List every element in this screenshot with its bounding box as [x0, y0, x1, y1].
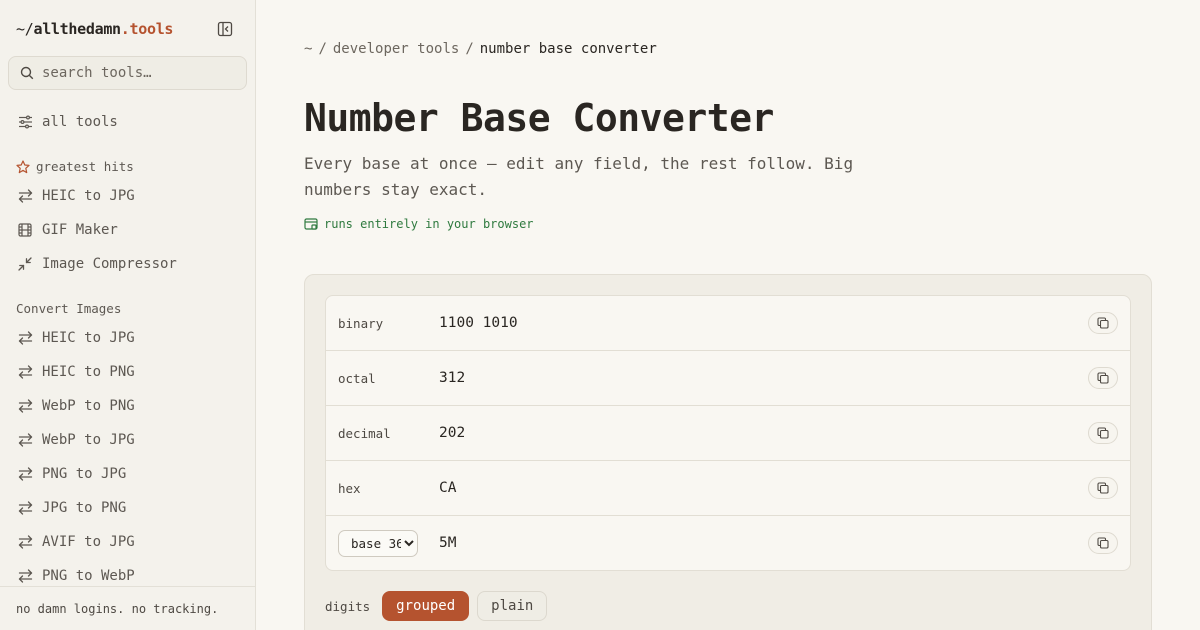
sidebar-item-avif-to-jpg[interactable]: AVIF to JPG	[8, 527, 247, 557]
page-title: Number Base Converter	[304, 96, 774, 140]
arrows-exchange-icon	[16, 499, 34, 517]
copy-icon	[1097, 537, 1109, 549]
copy-icon	[1097, 482, 1109, 494]
sidebar-item-png-to-jpg[interactable]: PNG to JPG	[8, 459, 247, 489]
search-input[interactable]	[42, 65, 232, 81]
section-label-text: Convert Images	[16, 301, 122, 316]
sidebar-nav: all tools greatest hits HEIC to JPG GIF …	[0, 104, 255, 586]
privacy-text: runs entirely in your browser	[324, 217, 534, 231]
copy-decimal-button[interactable]	[1088, 422, 1118, 444]
binary-input[interactable]	[439, 315, 1059, 331]
sidebar-footer: no damn logins. no tracking.	[0, 586, 255, 630]
privacy-note: runs entirely in your browser	[304, 217, 534, 231]
search-icon	[20, 66, 34, 80]
sidebar-item-gif-maker[interactable]: GIF Maker	[8, 215, 247, 245]
arrows-exchange-icon	[16, 465, 34, 483]
site-logo[interactable]: ~/allthedamn.tools	[16, 20, 173, 38]
sidebar-item-png-to-webp[interactable]: PNG to WebP	[8, 561, 247, 586]
compress-icon	[16, 255, 34, 273]
arrows-exchange-icon	[16, 363, 34, 381]
breadcrumb-current: number base converter	[479, 41, 657, 57]
copy-hex-button[interactable]	[1088, 477, 1118, 499]
custom-base-select[interactable]: base 36	[338, 529, 418, 557]
hex-input[interactable]	[439, 480, 1059, 496]
arrows-exchange-icon	[16, 397, 34, 415]
section-label-text: greatest hits	[36, 159, 134, 174]
sidebar-collapse-icon	[217, 21, 233, 37]
sliders-icon	[16, 113, 34, 131]
sidebar-item-label: HEIC to JPG	[42, 330, 135, 346]
converter-panel: binary octal decimal hex	[304, 274, 1152, 630]
logo-name: allthedamn	[33, 20, 121, 38]
digits-label: digits	[325, 598, 371, 614]
base-row-octal: octal	[326, 351, 1130, 406]
sidebar-item-label: PNG to JPG	[42, 466, 127, 482]
sidebar-item-label: AVIF to JPG	[42, 534, 135, 550]
section-convert-images: Convert Images	[16, 301, 121, 316]
breadcrumb-developer-tools[interactable]: developer tools	[333, 41, 459, 57]
sidebar-item-webp-to-jpg[interactable]: WebP to JPG	[8, 425, 247, 455]
digits-grouped-button[interactable]: grouped	[382, 591, 470, 621]
search-box[interactable]	[8, 56, 247, 90]
breadcrumb-separator: /	[318, 41, 327, 57]
sidebar-item-label: HEIC to JPG	[42, 188, 135, 204]
row-label: hex	[338, 480, 361, 496]
row-label: binary	[338, 315, 384, 331]
custom-base-input[interactable]	[439, 535, 1059, 551]
copy-octal-button[interactable]	[1088, 367, 1118, 389]
section-greatest-hits: greatest hits	[16, 159, 134, 174]
copy-icon	[1097, 317, 1109, 329]
sidebar-item-label: WebP to PNG	[42, 398, 135, 414]
footer-text: no damn logins. no tracking.	[16, 601, 219, 616]
sidebar-item-label: all tools	[42, 114, 118, 130]
digits-toggle: digits grouped plain	[325, 591, 555, 621]
arrows-exchange-icon	[16, 187, 34, 205]
film-icon	[16, 221, 34, 239]
octal-input[interactable]	[439, 370, 1059, 386]
sidebar-item-label: GIF Maker	[42, 222, 118, 238]
logo-prefix: ~/	[16, 20, 34, 38]
sidebar-item-jpg-to-png[interactable]: JPG to PNG	[8, 493, 247, 523]
sidebar-item-label: JPG to PNG	[42, 500, 127, 516]
arrows-exchange-icon	[16, 431, 34, 449]
sidebar-item-image-compressor[interactable]: Image Compressor	[8, 249, 247, 279]
breadcrumb: ~ / developer tools / number base converter	[304, 41, 657, 57]
arrows-exchange-icon	[16, 567, 34, 585]
sidebar-item-all-tools[interactable]: all tools	[8, 107, 247, 137]
base-row-custom: base 36	[326, 516, 1130, 570]
collapse-sidebar-button[interactable]	[214, 18, 236, 40]
sidebar-item-label: PNG to WebP	[42, 568, 135, 584]
sidebar-item-label: HEIC to PNG	[42, 364, 135, 380]
sidebar-item-label: Image Compressor	[42, 256, 177, 272]
arrows-exchange-icon	[16, 329, 34, 347]
copy-custom-button[interactable]	[1088, 532, 1118, 554]
star-icon	[16, 159, 30, 174]
sidebar-item-heic-to-jpg[interactable]: HEIC to JPG	[8, 323, 247, 353]
digits-plain-button[interactable]: plain	[477, 591, 548, 621]
copy-icon	[1097, 427, 1109, 439]
logo-tld: .tools	[120, 20, 174, 38]
base-row-binary: binary	[326, 296, 1130, 351]
sidebar-item-webp-to-png[interactable]: WebP to PNG	[8, 391, 247, 421]
sidebar-item-heic-to-jpg[interactable]: HEIC to JPG	[8, 181, 247, 211]
sidebar-item-label: WebP to JPG	[42, 432, 135, 448]
row-label: octal	[338, 370, 376, 386]
copy-binary-button[interactable]	[1088, 312, 1118, 334]
sidebar: ~/allthedamn.tools all tools	[0, 0, 256, 630]
breadcrumb-separator: /	[465, 41, 474, 57]
base-rows: binary octal decimal hex	[325, 295, 1131, 571]
sidebar-item-heic-to-png[interactable]: HEIC to PNG	[8, 357, 247, 387]
row-label: decimal	[338, 425, 391, 441]
copy-icon	[1097, 372, 1109, 384]
page-subtitle: Every base at once — edit any field, the…	[304, 154, 854, 199]
arrows-exchange-icon	[16, 533, 34, 551]
base-row-hex: hex	[326, 461, 1130, 516]
breadcrumb-home[interactable]: ~	[304, 41, 312, 57]
base-row-decimal: decimal	[326, 406, 1130, 461]
browser-lock-icon	[304, 217, 318, 231]
decimal-input[interactable]	[439, 425, 1059, 441]
